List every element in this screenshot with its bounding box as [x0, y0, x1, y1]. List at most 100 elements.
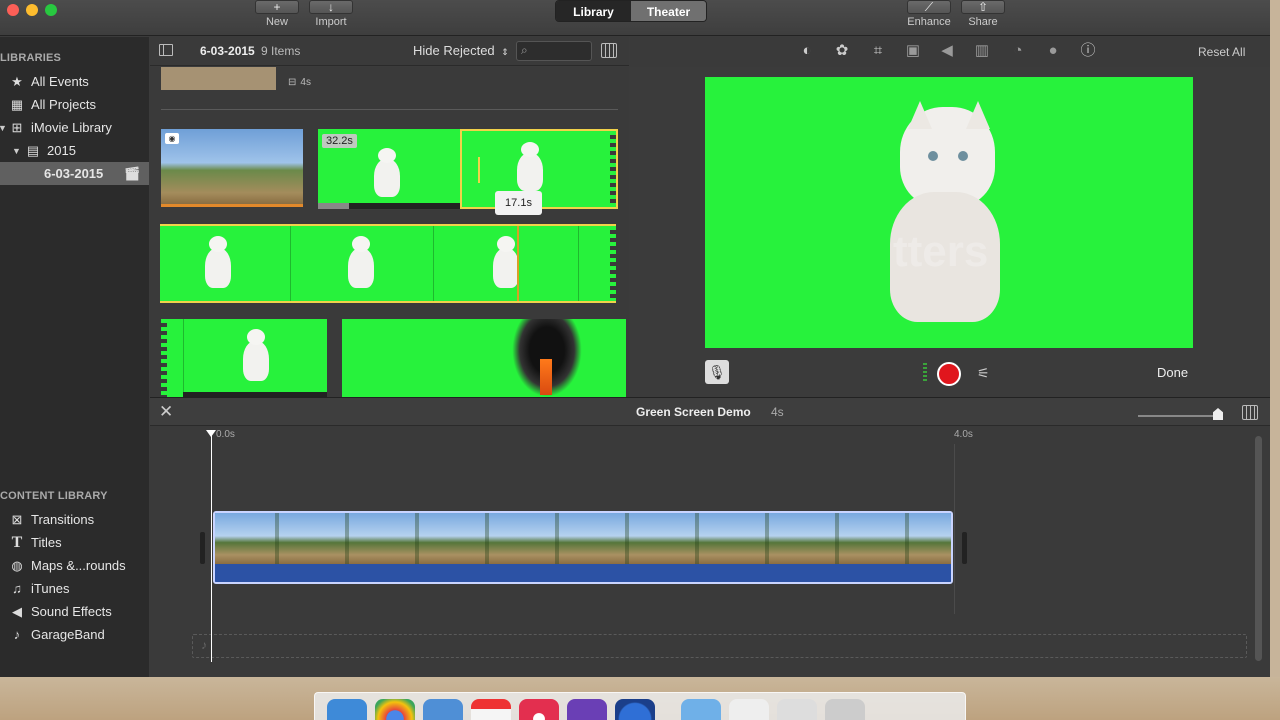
- clip-green-screen-explosion[interactable]: [342, 319, 626, 397]
- chrome-icon[interactable]: [375, 699, 415, 720]
- itunes-icon[interactable]: [519, 699, 559, 720]
- sidebar-item-label: Titles: [31, 535, 62, 550]
- enhance-button[interactable]: ⟋ Enhance: [906, 0, 952, 28]
- preview-icon[interactable]: [423, 699, 463, 720]
- zoom-window-button[interactable]: [45, 4, 57, 16]
- dock: [314, 692, 966, 720]
- close-icon[interactable]: ✕: [159, 402, 173, 422]
- microphone-icon[interactable]: 🎙︎: [705, 360, 729, 384]
- kitten-thumb: [243, 329, 269, 381]
- skim-time-tooltip: 17.1s: [495, 191, 542, 215]
- clip-green-screen-1[interactable]: 32.2s: [318, 129, 460, 209]
- library-icon: ⊞: [11, 119, 23, 135]
- tab-library[interactable]: Library: [556, 1, 631, 21]
- sidebar-item-label: 2015: [47, 143, 76, 158]
- share-button[interactable]: ⇧ Share: [960, 0, 1006, 28]
- item-count: 9 Items: [261, 44, 301, 58]
- quicktime-icon[interactable]: [615, 699, 655, 720]
- timeline-toolbar: ✕ Green Screen Demo 4s: [150, 397, 1270, 426]
- sidebar-item-transitions[interactable]: ⊠ Transitions: [0, 508, 149, 531]
- right-trim-handle[interactable]: [962, 532, 967, 564]
- document-icon[interactable]: [729, 699, 769, 720]
- sidebar-item-garageband[interactable]: ♪ GarageBand: [0, 623, 149, 646]
- clip-green-screen-3[interactable]: [161, 319, 327, 397]
- zoom-slider-track[interactable]: [1138, 415, 1220, 417]
- sidebar-item-2015[interactable]: ▼ ▤ 2015: [0, 139, 149, 162]
- color-correction-palette-icon[interactable]: ✿: [833, 42, 851, 60]
- sidebar-item-maps-backgrounds[interactable]: ◍ Maps &...rounds: [0, 554, 149, 577]
- skimmer-line: [517, 226, 519, 301]
- playhead[interactable]: [206, 430, 216, 662]
- sidebar-item-label: Sound Effects: [31, 604, 112, 619]
- new-button[interactable]: + New: [254, 0, 300, 28]
- clip-thumbnail-top[interactable]: [161, 67, 276, 90]
- speed-gauge-icon[interactable]: ◔: [1009, 42, 1027, 60]
- timeline-scrollbar[interactable]: [1255, 436, 1262, 661]
- noise-reduction-icon[interactable]: ▥: [973, 42, 991, 60]
- info-icon[interactable]: ⓘ: [1079, 42, 1097, 60]
- sidebar-toggle-icon[interactable]: [159, 44, 173, 56]
- film-icon: ⊟: [288, 77, 297, 88]
- stabilization-camera-icon[interactable]: ▣: [904, 42, 922, 60]
- fire-overlay: [540, 359, 552, 395]
- color-balance-icon[interactable]: ◐: [798, 42, 816, 60]
- search-icon: ⌕: [521, 43, 528, 57]
- calendar-icon: ▤: [26, 142, 40, 158]
- sidebar-item-imovie-library[interactable]: ▼ ⊞ iMovie Library: [0, 116, 149, 139]
- kitten-image: [890, 101, 1010, 332]
- clip-filter-icon[interactable]: ●: [1044, 42, 1062, 60]
- folder-icon[interactable]: [681, 699, 721, 720]
- close-window-button[interactable]: [7, 4, 19, 16]
- done-button[interactable]: Done: [1157, 365, 1188, 380]
- sidebar-item-all-projects[interactable]: ▦ All Projects: [0, 93, 149, 116]
- crop-icon[interactable]: ⌗: [869, 42, 887, 60]
- kitten-thumb: [374, 147, 400, 197]
- plus-icon: +: [255, 0, 299, 14]
- finder-icon[interactable]: [327, 699, 367, 720]
- music-well[interactable]: ♪: [192, 634, 1247, 658]
- import-label: Import: [315, 16, 347, 28]
- left-trim-handle[interactable]: [200, 532, 205, 564]
- import-arrow-icon: ↓: [309, 0, 353, 14]
- tab-theater[interactable]: Theater: [631, 1, 706, 21]
- minimize-window-button[interactable]: [26, 4, 38, 16]
- clip-appearance-icon[interactable]: [601, 43, 617, 58]
- calendar-icon[interactable]: [471, 699, 511, 720]
- ruler-end-label: 4.0s: [954, 429, 973, 440]
- sidebar-item-6-03-2015[interactable]: 6-03-2015 🎬︎: [0, 162, 149, 185]
- kitten-thumb: [205, 236, 231, 288]
- hide-rejected-popup[interactable]: Hide Rejected ⇕: [413, 43, 509, 58]
- voiceover-options-icon[interactable]: ⚟: [977, 365, 990, 382]
- libraries-heading: LIBRARIES: [0, 52, 62, 64]
- range-handle[interactable]: [478, 157, 480, 183]
- import-button[interactable]: ↓ Import: [308, 0, 354, 28]
- globe-icon: ◍: [11, 557, 23, 573]
- sidebar-item-sound-effects[interactable]: ◀︎ Sound Effects: [0, 600, 149, 623]
- video-viewer[interactable]: tters: [705, 77, 1193, 348]
- sidebar-item-all-events[interactable]: ★ All Events: [0, 70, 149, 93]
- disclosure-triangle-icon[interactable]: ▼: [12, 146, 21, 156]
- event-title: 6-03-2015: [200, 44, 255, 58]
- disclosure-triangle-icon[interactable]: ▼: [0, 123, 7, 133]
- trash-icon[interactable]: [825, 699, 865, 720]
- search-input[interactable]: ⌕: [516, 41, 592, 61]
- imovie-icon[interactable]: [567, 699, 607, 720]
- downloads-icon[interactable]: [777, 699, 817, 720]
- content-library-heading: CONTENT LIBRARY: [0, 490, 108, 502]
- playhead-handle[interactable]: [206, 430, 216, 437]
- sidebar-item-titles[interactable]: T Titles: [0, 531, 149, 554]
- volume-icon[interactable]: ◀︎: [938, 42, 956, 60]
- project-duration: 4s: [771, 405, 784, 419]
- timeline-video-clip[interactable]: [213, 511, 953, 584]
- zoom-slider-thumb[interactable]: [1213, 408, 1223, 420]
- reset-all-button[interactable]: Reset All: [1198, 45, 1245, 59]
- timeline-settings-icon[interactable]: [1242, 405, 1258, 420]
- viewer-controls: 🎙︎ ⚟ Done: [630, 355, 1270, 395]
- dock-divider: [663, 699, 673, 719]
- record-button[interactable]: [937, 362, 961, 386]
- sidebar-item-label: Transitions: [31, 512, 95, 527]
- clip-landscape-photo[interactable]: ◉: [161, 129, 303, 207]
- sidebar-item-itunes[interactable]: ♫ iTunes: [0, 577, 149, 600]
- clip-green-screen-filmstrip[interactable]: [160, 224, 616, 303]
- share-icon: ⇧: [961, 0, 1005, 14]
